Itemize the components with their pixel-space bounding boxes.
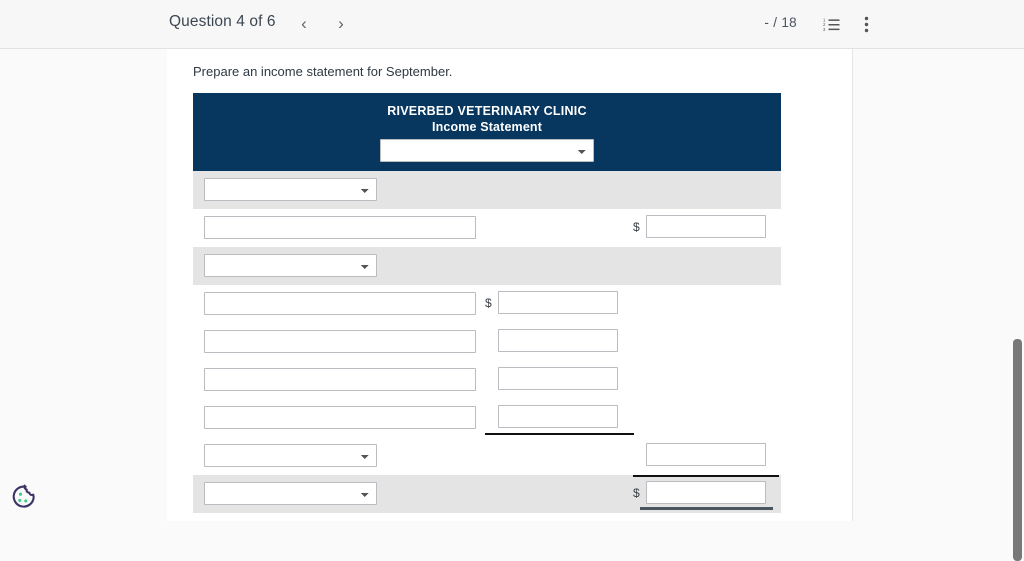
revenue-amount-input[interactable] (646, 215, 766, 238)
total-expenses-amount-input[interactable] (646, 443, 766, 466)
numbered-list-icon[interactable]: 1 2 3 (819, 12, 844, 37)
expense-description-input-4[interactable] (204, 406, 476, 429)
expense-line-row-2: $ (193, 323, 781, 361)
subtotal-rule (485, 433, 634, 435)
expense-amount-input-3[interactable] (498, 367, 618, 390)
svg-text:3: 3 (823, 27, 826, 32)
expenses-header-select[interactable] (204, 254, 377, 277)
question-counter: Question 4 of 6 (169, 13, 276, 31)
expense-description-input-3[interactable] (204, 368, 476, 391)
net-income-amount-input[interactable] (646, 481, 766, 504)
expense-description-input-2[interactable] (204, 330, 476, 353)
page-scrollbar-thumb[interactable] (1013, 339, 1022, 561)
company-name: RIVERBED VETERINARY CLINIC (193, 103, 781, 119)
total-bottom-rule (640, 507, 773, 510)
expense-line-row-4: $ (193, 399, 781, 437)
score-display: - / 18 (764, 15, 797, 30)
question-toolbar: Question 4 of 6 ‹ › - / 18 1 2 3 (0, 0, 1024, 49)
revenue-description-input[interactable] (204, 216, 476, 239)
dollar-sign: $ (485, 296, 496, 310)
section-header-row (193, 171, 781, 209)
expense-description-input-1[interactable] (204, 292, 476, 315)
section-header-select[interactable] (204, 178, 377, 201)
statement-title: Income Statement (193, 119, 781, 135)
question-content-panel: Prepare an income statement for Septembe… (167, 49, 853, 521)
statement-header: RIVERBED VETERINARY CLINIC Income Statem… (193, 93, 781, 171)
expenses-header-row (193, 247, 781, 285)
expense-line-row-1: $ (193, 285, 781, 323)
expense-amount-input-1[interactable] (498, 291, 618, 314)
net-income-row: $ (193, 475, 781, 513)
question-prompt: Prepare an income statement for Septembe… (193, 64, 452, 79)
next-question-button[interactable]: › (328, 11, 354, 37)
expense-amount-input-4[interactable] (498, 405, 618, 428)
more-vertical-icon[interactable] (854, 12, 879, 37)
previous-question-button[interactable]: ‹ (291, 11, 317, 37)
dollar-sign: $ (633, 220, 644, 234)
net-income-select[interactable] (204, 482, 377, 505)
dollar-sign: $ (633, 486, 644, 500)
page-scrollbar-track[interactable] (1009, 49, 1024, 521)
expense-line-row-3: $ (193, 361, 781, 399)
total-expenses-row: $ (193, 437, 781, 475)
income-statement-table: RIVERBED VETERINARY CLINIC Income Statem… (193, 93, 781, 513)
expense-amount-input-2[interactable] (498, 329, 618, 352)
period-select[interactable] (380, 139, 594, 162)
total-top-rule (633, 475, 779, 477)
cookie-settings-icon[interactable] (9, 482, 39, 512)
total-expenses-select[interactable] (204, 444, 377, 467)
revenue-line-row: $ (193, 209, 781, 247)
